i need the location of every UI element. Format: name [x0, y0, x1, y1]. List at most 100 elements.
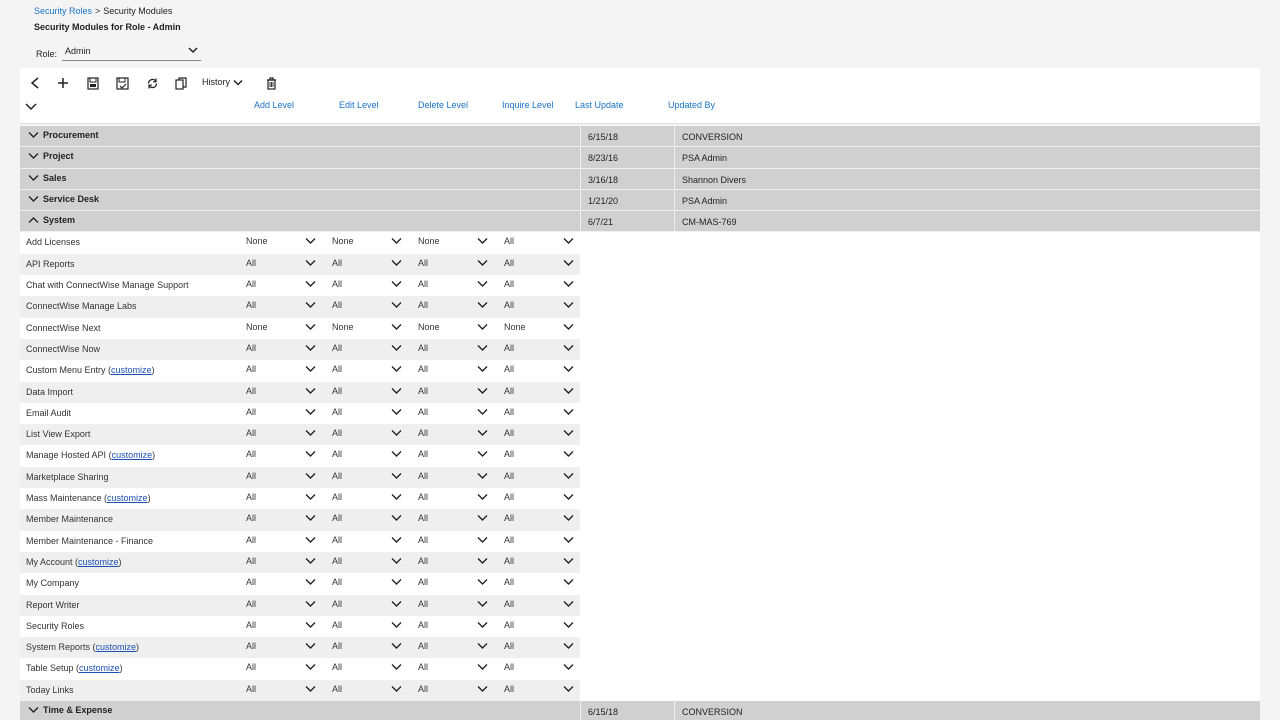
level-select-edit[interactable]: All — [332, 300, 402, 313]
level-select-add[interactable]: All — [246, 300, 316, 313]
customize-link[interactable]: customize — [96, 642, 137, 652]
level-select-edit[interactable]: None — [332, 322, 402, 335]
column-updated-by[interactable]: Updated By — [668, 100, 715, 110]
level-select-inquire[interactable]: All — [504, 364, 574, 377]
save-icon[interactable] — [86, 76, 100, 90]
level-select-edit[interactable]: All — [332, 471, 402, 484]
level-select-delete[interactable]: All — [418, 556, 488, 569]
level-select-delete[interactable]: All — [418, 300, 488, 313]
level-select-inquire[interactable]: All — [504, 492, 574, 505]
column-edit-level[interactable]: Edit Level — [339, 100, 379, 110]
level-select-edit[interactable]: All — [332, 449, 402, 462]
level-select-add[interactable]: All — [246, 258, 316, 271]
refresh-icon[interactable] — [145, 76, 159, 90]
level-select-add[interactable]: All — [246, 364, 316, 377]
level-select-edit[interactable]: All — [332, 684, 402, 697]
level-select-delete[interactable]: All — [418, 449, 488, 462]
level-select-add[interactable]: All — [246, 641, 316, 654]
chevron-down-icon[interactable] — [28, 195, 39, 203]
level-select-delete[interactable]: All — [418, 641, 488, 654]
level-select-add[interactable]: All — [246, 577, 316, 590]
level-select-inquire[interactable]: All — [504, 556, 574, 569]
level-select-inquire[interactable]: All — [504, 449, 574, 462]
level-select-inquire[interactable]: All — [504, 471, 574, 484]
level-select-edit[interactable]: All — [332, 620, 402, 633]
level-select-inquire[interactable]: All — [504, 386, 574, 399]
level-select-add[interactable]: All — [246, 684, 316, 697]
level-select-delete[interactable]: All — [418, 471, 488, 484]
group-row[interactable]: Service Desk 1/21/20 PSA Admin — [20, 189, 1260, 212]
level-select-delete[interactable]: None — [418, 236, 488, 249]
customize-link[interactable]: customize — [79, 663, 120, 673]
level-select-add[interactable]: All — [246, 556, 316, 569]
level-select-delete[interactable]: All — [418, 407, 488, 420]
group-row[interactable]: Procurement 6/15/18 CONVERSION — [20, 126, 1260, 148]
level-select-delete[interactable]: All — [418, 386, 488, 399]
group-name[interactable]: Sales — [28, 173, 67, 183]
group-row[interactable]: Project 8/23/16 PSA Admin — [20, 147, 1260, 169]
breadcrumb-security-roles[interactable]: Security Roles — [34, 6, 92, 16]
group-row[interactable]: Sales 3/16/18 Shannon Divers — [20, 168, 1260, 190]
level-select-delete[interactable]: All — [418, 684, 488, 697]
level-select-delete[interactable]: All — [418, 620, 488, 633]
level-select-add[interactable]: All — [246, 662, 316, 675]
level-select-delete[interactable]: All — [418, 513, 488, 526]
level-select-edit[interactable]: All — [332, 279, 402, 292]
chevron-down-icon[interactable] — [28, 152, 39, 160]
level-select-add[interactable]: All — [246, 386, 316, 399]
level-select-add[interactable]: All — [246, 279, 316, 292]
level-select-add[interactable]: All — [246, 535, 316, 548]
level-select-edit[interactable]: All — [332, 428, 402, 441]
group-row[interactable]: System 6/7/21 CM-MAS-769 — [20, 211, 1260, 233]
level-select-edit[interactable]: All — [332, 386, 402, 399]
level-select-inquire[interactable]: All — [504, 577, 574, 590]
level-select-edit[interactable]: None — [332, 236, 402, 249]
level-select-inquire[interactable]: All — [504, 236, 574, 249]
level-select-add[interactable]: All — [246, 407, 316, 420]
group-name[interactable]: Project — [28, 151, 74, 161]
level-select-inquire[interactable]: All — [504, 300, 574, 313]
level-select-delete[interactable]: All — [418, 535, 488, 548]
level-select-add[interactable]: All — [246, 428, 316, 441]
level-select-inquire[interactable]: All — [504, 641, 574, 654]
customize-link[interactable]: customize — [107, 493, 148, 503]
customize-link[interactable]: customize — [112, 450, 153, 460]
column-last-update[interactable]: Last Update — [575, 100, 624, 110]
level-select-edit[interactable]: All — [332, 535, 402, 548]
group-name[interactable]: System — [28, 215, 75, 225]
level-select-edit[interactable]: All — [332, 641, 402, 654]
back-icon[interactable] — [28, 76, 42, 90]
group-name[interactable]: Service Desk — [28, 194, 99, 204]
history-dropdown[interactable]: History — [202, 77, 243, 87]
level-select-add[interactable]: All — [246, 620, 316, 633]
level-select-edit[interactable]: All — [332, 364, 402, 377]
level-select-add[interactable]: All — [246, 471, 316, 484]
level-select-delete[interactable]: All — [418, 343, 488, 356]
group-name[interactable]: Time & Expense — [28, 705, 112, 715]
level-select-inquire[interactable]: All — [504, 684, 574, 697]
save-and-close-icon[interactable] — [115, 76, 129, 90]
level-select-inquire[interactable]: All — [504, 662, 574, 675]
level-select-edit[interactable]: All — [332, 577, 402, 590]
level-select-inquire[interactable]: All — [504, 599, 574, 612]
level-select-edit[interactable]: All — [332, 492, 402, 505]
level-select-delete[interactable]: All — [418, 364, 488, 377]
level-select-delete[interactable]: All — [418, 662, 488, 675]
level-select-inquire[interactable]: All — [504, 407, 574, 420]
level-select-inquire[interactable]: All — [504, 535, 574, 548]
add-icon[interactable] — [56, 76, 70, 90]
group-name[interactable]: Procurement — [28, 130, 99, 140]
expand-all-chevron-icon[interactable] — [25, 102, 37, 111]
level-select-delete[interactable]: All — [418, 279, 488, 292]
level-select-edit[interactable]: All — [332, 556, 402, 569]
level-select-edit[interactable]: All — [332, 599, 402, 612]
role-select[interactable]: Admin — [62, 44, 201, 61]
level-select-edit[interactable]: All — [332, 343, 402, 356]
level-select-add[interactable]: None — [246, 236, 316, 249]
customize-link[interactable]: customize — [111, 365, 152, 375]
level-select-add[interactable]: All — [246, 343, 316, 356]
level-select-inquire[interactable]: All — [504, 620, 574, 633]
level-select-edit[interactable]: All — [332, 407, 402, 420]
level-select-add[interactable]: All — [246, 492, 316, 505]
level-select-inquire[interactable]: All — [504, 258, 574, 271]
